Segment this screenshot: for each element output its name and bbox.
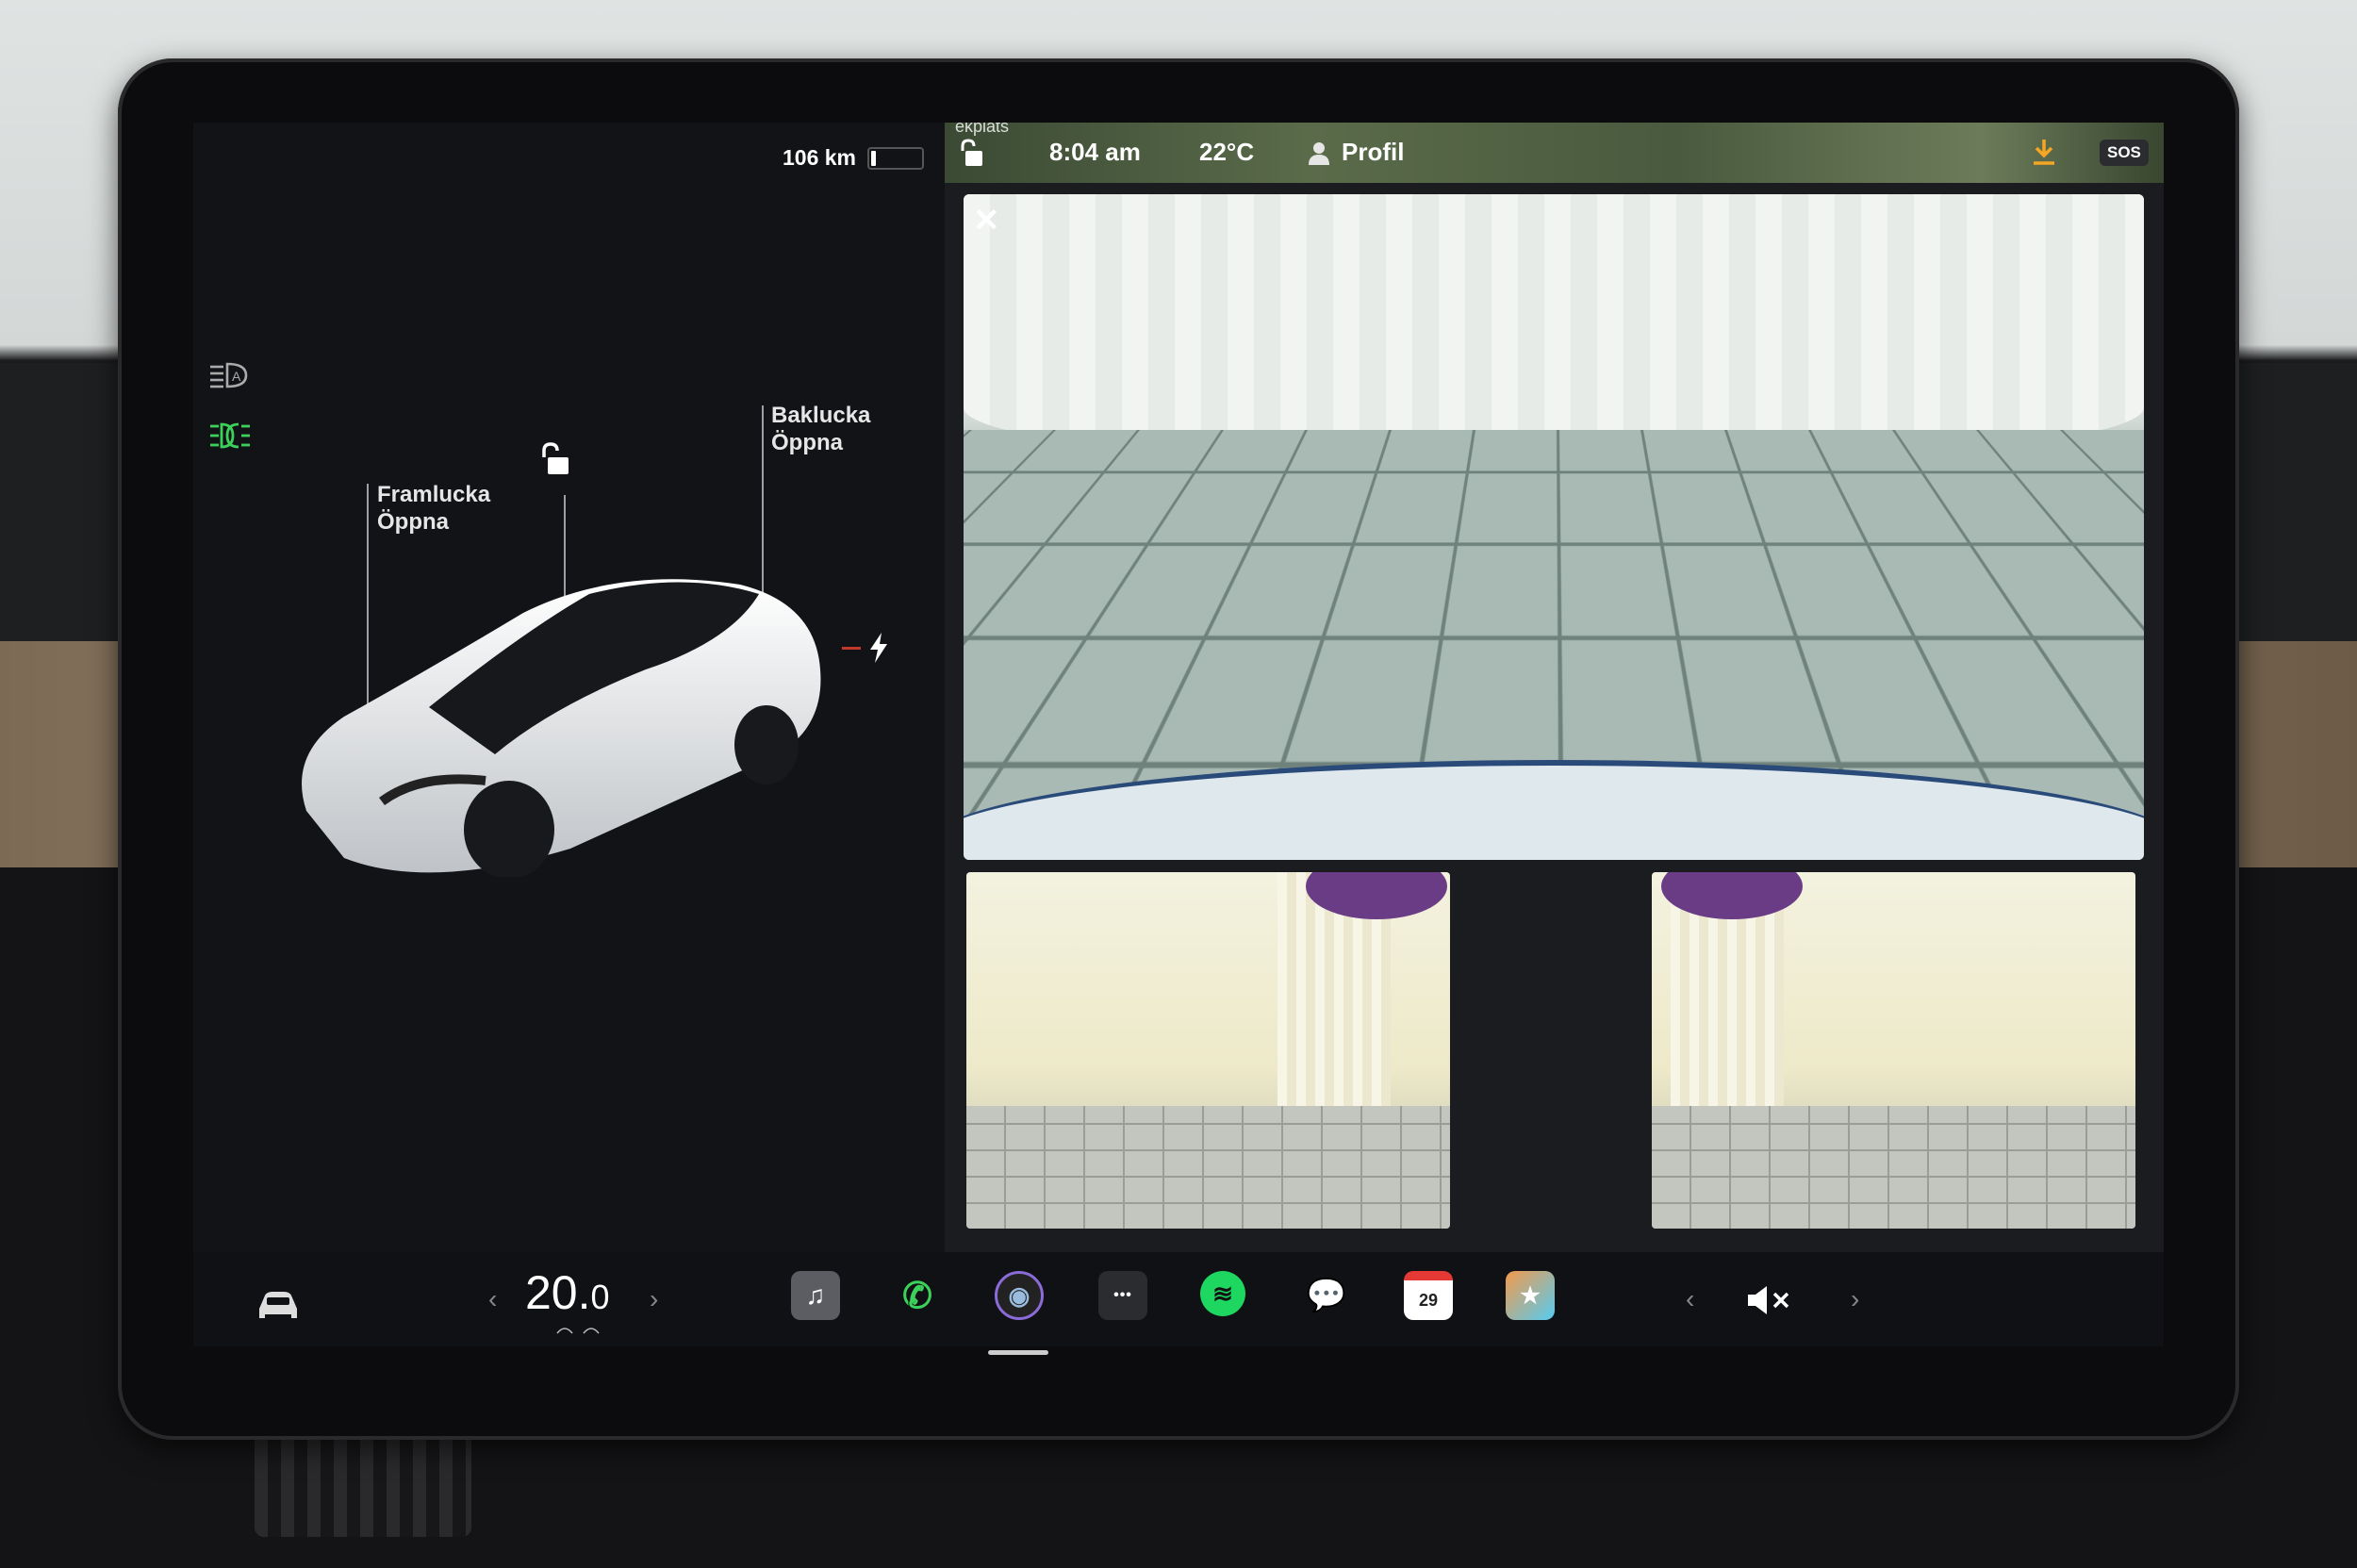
- volume-up-chevron-icon[interactable]: ›: [1851, 1284, 1859, 1314]
- outside-temperature: 22°C: [1199, 138, 1255, 166]
- auto-highbeam-icon[interactable]: A: [208, 360, 252, 390]
- profile-label: Profil: [1342, 138, 1405, 166]
- more-apps-icon[interactable]: •••: [1098, 1271, 1147, 1320]
- unlock-icon[interactable]: [538, 441, 570, 477]
- touchscreen: 106 km A Framlucka Öppna Baklucka Öppna …: [193, 123, 2164, 1346]
- rear-camera-wall: [964, 194, 2144, 468]
- close-icon[interactable]: ✕: [973, 202, 1000, 239]
- air-vent: [255, 1433, 471, 1537]
- lock-status-icon[interactable]: [958, 138, 984, 168]
- range-value: 106 km: [783, 145, 857, 170]
- temp-up-chevron-icon[interactable]: ›: [650, 1284, 658, 1314]
- car-icon[interactable]: [254, 1280, 303, 1329]
- volume-mute-icon[interactable]: [1744, 1284, 1793, 1316]
- volume-down-chevron-icon[interactable]: ‹: [1686, 1284, 1694, 1314]
- sos-button[interactable]: SOS: [2100, 140, 2149, 166]
- camera-view: ✕: [945, 183, 2164, 1252]
- temp-decimal: 0: [590, 1278, 610, 1316]
- music-icon[interactable]: ♫: [791, 1271, 840, 1320]
- clock: 8:04 am: [1049, 138, 1141, 166]
- defrost-icons[interactable]: [555, 1324, 602, 1337]
- left-camera-floor: [966, 1106, 1450, 1229]
- camera-icon[interactable]: ◉: [995, 1271, 1044, 1320]
- car-status-panel: 106 km A Framlucka Öppna Baklucka Öppna: [193, 123, 948, 1252]
- front-trunk-title: Framlucka: [377, 482, 491, 507]
- svg-text:A: A: [232, 369, 241, 384]
- bottom-bar: ‹ 20.0 › ♫ ✆ ◉ ••• ≋ 💬 29 ★ ‹ ›: [193, 1252, 2164, 1346]
- front-trunk-control[interactable]: Framlucka Öppna: [377, 481, 490, 536]
- car-illustration: [302, 579, 821, 877]
- rear-trunk-action: Öppna: [771, 430, 843, 455]
- front-trunk-action: Öppna: [377, 509, 449, 535]
- download-icon[interactable]: [2031, 138, 2057, 166]
- range-indicator[interactable]: 106 km: [783, 145, 925, 171]
- temp-down-chevron-icon[interactable]: ‹: [488, 1284, 497, 1314]
- status-bar: 8:04 am 22°C Profil SOS: [945, 123, 2164, 183]
- phone-icon[interactable]: ✆: [893, 1271, 942, 1320]
- left-repeater-camera[interactable]: [966, 872, 1450, 1229]
- climate-temperature[interactable]: 20.0: [525, 1265, 610, 1320]
- temp-main: 20.: [525, 1266, 591, 1319]
- user-icon: [1309, 141, 1329, 165]
- spotify-icon[interactable]: ≋: [1200, 1271, 1245, 1316]
- rear-camera[interactable]: [964, 194, 2144, 860]
- messages-icon[interactable]: 💬: [1302, 1271, 1351, 1320]
- right-repeater-camera[interactable]: [1652, 872, 2135, 1229]
- active-app-indicator: [988, 1350, 1048, 1355]
- rear-trunk-title: Baklucka: [771, 403, 871, 428]
- toybox-icon[interactable]: ★: [1506, 1271, 1555, 1320]
- battery-icon: [867, 146, 925, 170]
- right-camera-floor: [1652, 1106, 2135, 1229]
- rear-trunk-control[interactable]: Baklucka Öppna: [771, 402, 870, 456]
- battery-level-fill: [871, 150, 877, 166]
- profile-button[interactable]: Profil: [1308, 138, 1404, 167]
- calendar-icon[interactable]: 29: [1404, 1271, 1453, 1320]
- headlights-icon[interactable]: [208, 421, 252, 451]
